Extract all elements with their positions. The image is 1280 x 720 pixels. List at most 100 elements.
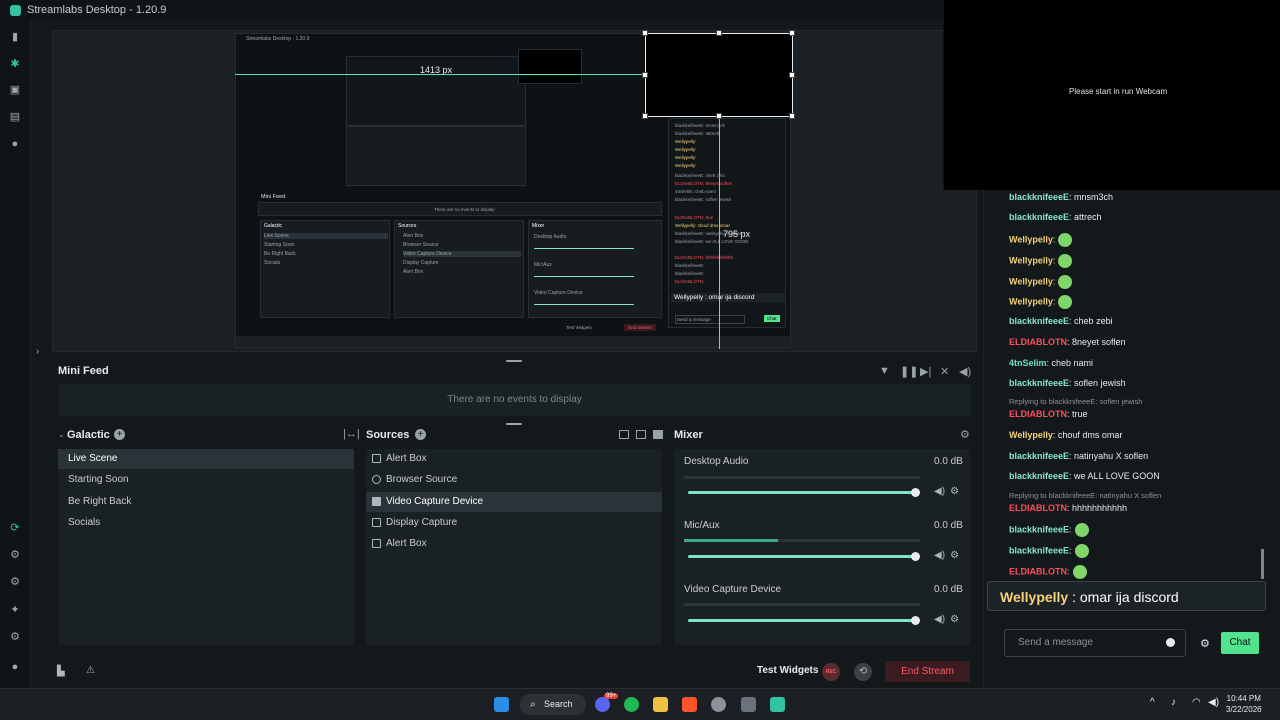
chat-username[interactable]: Wellypelly xyxy=(1009,430,1053,440)
chat-username[interactable]: blackknifeeeE xyxy=(1009,524,1069,534)
add-source-icon[interactable]: + xyxy=(415,429,426,440)
end-stream-button[interactable]: End Stream xyxy=(885,661,970,682)
filter-icon[interactable]: ▼ xyxy=(879,365,890,377)
link-icon[interactable]: ⚙ xyxy=(9,549,21,561)
speaker-icon[interactable]: ◀) xyxy=(934,486,945,497)
scene-item[interactable]: Starting Soon xyxy=(58,470,354,490)
volume-knob[interactable] xyxy=(911,616,920,625)
chat-username[interactable]: blackknifeeeE xyxy=(1009,192,1069,202)
profile-icon[interactable]: ● xyxy=(9,661,21,673)
volume-knob[interactable] xyxy=(911,552,920,561)
resize-handle[interactable] xyxy=(789,30,795,36)
chat-username[interactable]: Wellypelly xyxy=(1009,255,1053,265)
windows-start-icon[interactable] xyxy=(494,697,509,712)
chat-input[interactable]: Send a message xyxy=(1004,629,1186,657)
volume-knob[interactable] xyxy=(911,488,920,497)
themes-icon[interactable]: ✱ xyxy=(9,58,21,70)
source-folder-icon[interactable] xyxy=(653,430,663,439)
selected-source-box[interactable] xyxy=(642,30,795,119)
chat-username[interactable]: Wellypelly xyxy=(1009,234,1053,244)
pause-icon[interactable]: ❚❚ xyxy=(900,365,918,378)
chat-username[interactable]: blackknifeeeE xyxy=(1009,212,1069,222)
source-item[interactable]: Alert Box xyxy=(366,449,662,469)
add-scene-icon[interactable]: + xyxy=(114,429,125,440)
streamlabs-icon[interactable] xyxy=(770,697,785,712)
scene-collection-title[interactable]: Galactic xyxy=(67,429,110,441)
source-item[interactable]: Alert Box xyxy=(366,534,662,554)
transitions-icon[interactable]: |↔| xyxy=(343,428,360,440)
alert-icon[interactable]: ⚠ xyxy=(86,665,95,676)
collapse-arrow-icon[interactable]: › xyxy=(36,346,39,357)
resize-handle[interactable] xyxy=(789,113,795,119)
skip-icon[interactable]: ▶| xyxy=(920,365,931,378)
layers-icon[interactable]: ▤ xyxy=(9,111,21,123)
channel-settings-icon[interactable]: ⚙ xyxy=(950,614,959,625)
taskbar-clock[interactable]: 10:44 PM 3/22/2026 xyxy=(1226,693,1262,715)
scene-item[interactable]: Socials xyxy=(58,513,354,533)
resize-handle[interactable] xyxy=(789,72,795,78)
chat-username[interactable]: Wellypelly xyxy=(1009,276,1053,286)
source-duplicate-icon[interactable] xyxy=(636,430,646,439)
mixer-settings-icon[interactable]: ⚙ xyxy=(960,428,970,441)
stats-icon[interactable]: ▙ xyxy=(57,666,65,677)
speaker-icon[interactable]: ◀) xyxy=(1208,697,1219,708)
chat-username[interactable]: Wellypelly xyxy=(1009,296,1053,306)
speaker-icon[interactable]: ◀) xyxy=(934,614,945,625)
scene-item[interactable]: Live Scene xyxy=(58,449,354,469)
source-item[interactable]: Display Capture xyxy=(366,513,662,533)
volume-slider[interactable] xyxy=(688,616,920,625)
chevron-down-icon[interactable]: ⌄ xyxy=(58,430,65,439)
resize-handle[interactable] xyxy=(642,113,648,119)
record-button[interactable]: REC xyxy=(822,663,840,681)
editor-icon[interactable]: ▮ xyxy=(9,31,21,43)
source-group-icon[interactable] xyxy=(619,430,629,439)
chat-scrollbar[interactable] xyxy=(1261,549,1264,579)
source-item[interactable]: Video Capture Device xyxy=(366,492,662,512)
test-widgets-label[interactable]: Test Widgets xyxy=(757,665,818,676)
chat-username[interactable]: blackknifeeeE xyxy=(1009,471,1069,481)
file-explorer-icon[interactable] xyxy=(653,697,668,712)
chat-username[interactable]: blackknifeeeE xyxy=(1009,378,1069,388)
volume-slider[interactable] xyxy=(688,552,920,561)
source-item[interactable]: Browser Source xyxy=(366,470,662,490)
resize-handle[interactable] xyxy=(716,113,722,119)
record-icon[interactable]: ● xyxy=(9,138,21,150)
chat-username[interactable]: 4tnSelim xyxy=(1009,358,1047,368)
resize-handle[interactable] xyxy=(642,72,648,78)
tray-chevron-icon[interactable]: ^ xyxy=(1150,697,1155,708)
chat-send-button[interactable]: Chat xyxy=(1221,632,1259,654)
channel-settings-icon[interactable]: ⚙ xyxy=(950,486,959,497)
divider-grip[interactable] xyxy=(506,423,522,425)
chat-username[interactable]: blackknifeeeE xyxy=(1009,451,1069,461)
chat-username[interactable]: ELDIABLOTN xyxy=(1009,337,1067,347)
scene-item[interactable]: Be Right Back xyxy=(58,492,354,512)
microphone-icon[interactable]: ♪ xyxy=(1171,697,1176,708)
resize-handle[interactable] xyxy=(716,30,722,36)
resize-handle[interactable] xyxy=(642,30,648,36)
share-icon[interactable]: ⚙ xyxy=(9,576,21,588)
speaker-icon[interactable]: ◀) xyxy=(934,550,945,561)
chat-settings-icon[interactable]: ⚙ xyxy=(1200,637,1210,650)
effects-icon[interactable]: ✦ xyxy=(9,604,21,616)
volume-slider[interactable] xyxy=(688,488,920,497)
chat-username[interactable]: blackknifeeeE xyxy=(1009,316,1069,326)
spotify-icon[interactable] xyxy=(624,697,639,712)
emoji-icon[interactable] xyxy=(1166,638,1175,647)
chat-username[interactable]: blackknifeeeE xyxy=(1009,545,1069,555)
divider-grip[interactable] xyxy=(506,360,522,362)
chat-username[interactable]: ELDIABLOTN xyxy=(1009,566,1067,576)
wifi-icon[interactable]: ◠ xyxy=(1192,697,1201,708)
sync-icon[interactable]: ⟳ xyxy=(9,522,21,534)
channel-settings-icon[interactable]: ⚙ xyxy=(950,550,959,561)
discord-icon[interactable] xyxy=(595,697,610,712)
settings-icon[interactable]: ⚙ xyxy=(9,631,21,643)
mute-alerts-icon[interactable]: ✕ xyxy=(940,365,949,378)
settings-icon[interactable] xyxy=(711,697,726,712)
replay-buffer-icon[interactable]: ⟲ xyxy=(854,663,872,681)
chat-username[interactable]: ELDIABLOTN xyxy=(1009,503,1067,513)
taskbar-search[interactable]: ⌕ Search xyxy=(520,694,586,715)
app-icon[interactable] xyxy=(741,697,756,712)
store-icon[interactable]: ▣ xyxy=(9,84,21,96)
volume-icon[interactable]: ◀) xyxy=(959,365,971,378)
chat-username[interactable]: ELDIABLOTN xyxy=(1009,409,1067,419)
